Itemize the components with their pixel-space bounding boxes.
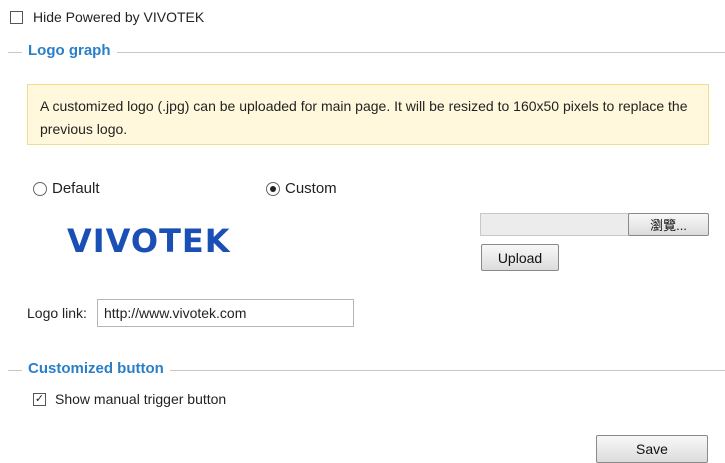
radio-default-label: Default [52,180,100,197]
logo-section-title: Logo graph [22,42,117,59]
hide-powered-label: Hide Powered by VIVOTEK [33,9,205,25]
hide-powered-row: Hide Powered by VIVOTEK [10,9,204,25]
vivotek-logo: VIVOTEK [67,222,231,260]
logo-link-label: Logo link: [27,305,87,321]
file-path-input[interactable] [480,213,629,236]
show-trigger-checkbox[interactable]: ✓ [33,392,46,406]
radio-custom[interactable] [266,181,280,196]
radio-default-option[interactable]: Default [33,180,100,197]
logo-info-box: A customized logo (.jpg) can be uploaded… [27,84,709,145]
logo-link-input[interactable] [97,299,354,327]
show-trigger-label: Show manual trigger button [55,391,227,407]
browse-button[interactable]: 瀏覽... [628,213,709,236]
radio-custom-option[interactable]: Custom [266,180,337,197]
button-section-title: Customized button [22,360,170,377]
radio-default[interactable] [33,181,47,196]
radio-custom-label: Custom [285,180,337,197]
upload-button[interactable]: Upload [481,244,559,271]
hide-powered-checkbox[interactable] [10,10,23,24]
show-trigger-row: ✓ Show manual trigger button [33,391,226,407]
